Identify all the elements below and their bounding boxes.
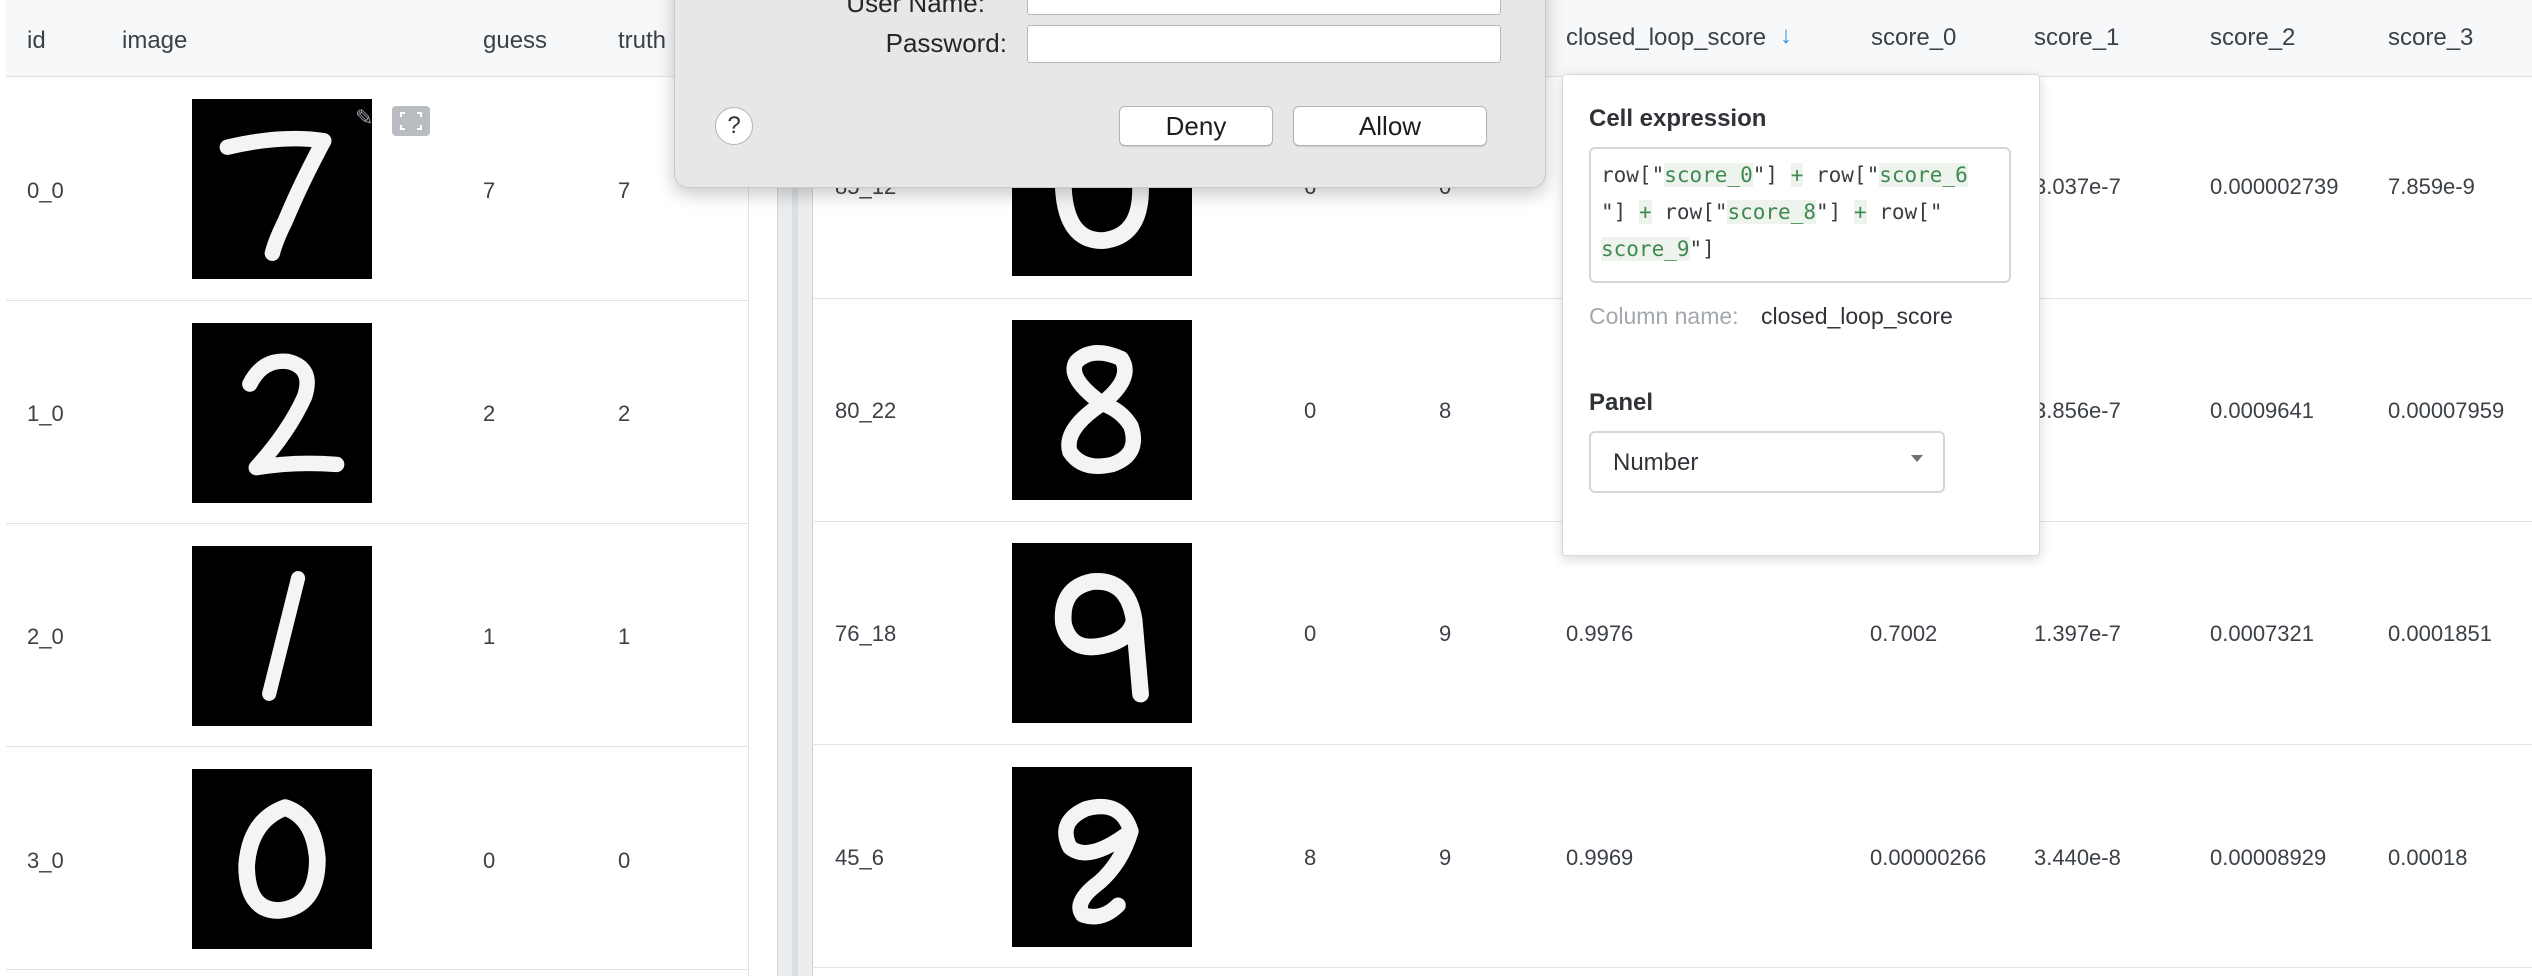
row-divider (6, 969, 748, 970)
cell-score-3: 0.0001851 (2388, 621, 2492, 646)
column-header-truth[interactable]: truth (618, 27, 666, 55)
cell-guess: 2 (483, 401, 496, 426)
deny-button[interactable]: Deny (1119, 106, 1273, 146)
authentication-dialog: User Name: Password: ? Deny Allow (674, 0, 1546, 188)
code-token: score_0 (1664, 163, 1753, 187)
column-header-score-2[interactable]: score_2 (2210, 24, 2295, 52)
cell-score-3: 7.859e-9 (2388, 174, 2475, 199)
column-header-id[interactable]: id (27, 27, 46, 55)
code-token: + (1790, 163, 1804, 187)
digit-image[interactable] (1012, 543, 1192, 723)
left-table-header: id image guess truth (6, 0, 748, 77)
code-token: "] (1816, 200, 1842, 224)
cell-id: 1_0 (27, 401, 64, 426)
cell-id: 3_0 (27, 848, 64, 873)
cell-score-1: 3.037e-7 (2034, 174, 2121, 199)
cell-id: 2_0 (27, 624, 64, 649)
cell-score-2: 0.00008929 (2210, 845, 2327, 870)
cell-id: 0_0 (27, 178, 64, 203)
row-divider (6, 746, 748, 747)
code-token: score_9 (1601, 237, 1690, 261)
cell-score-1: 1.397e-7 (2034, 621, 2121, 646)
password-field[interactable] (1027, 25, 1501, 63)
cell-guess: 8 (1304, 845, 1317, 870)
digit-image[interactable] (192, 769, 372, 949)
digit-image[interactable] (192, 546, 372, 726)
row-divider (812, 744, 2532, 745)
column-header-closed-loop-score[interactable]: closed_loop_score (1566, 24, 1766, 52)
code-token: score_8 (1727, 200, 1816, 224)
code-token: row[" (1816, 163, 1880, 187)
cell-id: 45_6 (835, 845, 884, 870)
cell-truth: 1 (618, 624, 631, 649)
sort-descending-icon[interactable]: ↓ (1780, 22, 1792, 50)
cell-score-1: 3.856e-7 (2034, 398, 2121, 423)
digit-image[interactable] (192, 323, 372, 503)
code-token: "] (1752, 163, 1779, 187)
cell-truth: 0 (618, 848, 631, 873)
digit-image[interactable] (1012, 767, 1192, 947)
cell-id: 80_22 (835, 398, 897, 423)
digit-image[interactable] (192, 99, 372, 279)
cell-truth: 2 (618, 401, 631, 426)
code-token: + (1853, 200, 1867, 224)
row-divider (6, 523, 748, 524)
cell-truth: 9 (1439, 845, 1452, 870)
pencil-icon[interactable]: ✎ (355, 107, 377, 129)
cell-closed-loop-score: 0.9976 (1566, 621, 1634, 646)
cell-guess: 0 (1304, 621, 1317, 646)
cell-score-0: 0.00000266 (1870, 845, 1987, 870)
cell-guess: 7 (483, 178, 496, 203)
username-label: User Name: (846, 0, 985, 18)
password-label: Password: (885, 28, 1007, 58)
cell-guess: 0 (483, 848, 496, 873)
left-table: id image guess truth 0_0 ✎ 7 7 1_0 2 2 2… (6, 0, 748, 976)
expand-icon[interactable] (392, 106, 430, 136)
code-token: row[" (1601, 163, 1665, 187)
code-token: + (1638, 200, 1652, 224)
code-token: "] (1689, 237, 1715, 261)
code-token: score_6 (1879, 163, 1968, 187)
allow-button[interactable]: Allow (1293, 106, 1487, 146)
code-token: "] (1601, 200, 1627, 224)
cell-score-3: 0.00007959 (2388, 398, 2505, 423)
cell-score-0: 0.7002 (1870, 621, 1938, 646)
help-button[interactable]: ? (715, 107, 753, 145)
cell-id: 76_18 (835, 621, 897, 646)
cell-closed-loop-score: 0.9969 (1566, 845, 1634, 870)
code-token: row[" (1879, 200, 1943, 224)
column-name-label: Column name: (1589, 303, 1739, 329)
column-header-image[interactable]: image (122, 27, 187, 55)
caret-down-icon (1911, 455, 1923, 462)
panel-select[interactable]: Number (1589, 431, 1945, 493)
column-header-guess[interactable]: guess (483, 27, 547, 55)
cell-score-2: 0.0007321 (2210, 621, 2314, 646)
cell-expression-popover: Cell expression row["score_0"] + row["sc… (1562, 74, 2040, 556)
cell-score-2: 0.000002739 (2210, 174, 2339, 199)
column-header-score-0[interactable]: score_0 (1871, 24, 1956, 52)
cell-expression-title: Cell expression (1589, 105, 1767, 132)
cell-score-2: 0.0009641 (2210, 398, 2314, 423)
expression-editor[interactable]: row["score_0"] + row["score_6 "] + row["s… (1589, 147, 2011, 283)
cell-score-1: 3.440e-8 (2034, 845, 2121, 870)
code-token: row[" (1664, 200, 1728, 224)
row-divider (812, 967, 2532, 968)
row-divider (6, 300, 748, 301)
column-name-value[interactable]: closed_loop_score (1761, 303, 1953, 330)
cell-truth: 9 (1439, 621, 1452, 646)
cell-truth: 7 (618, 178, 631, 203)
cell-guess: 1 (483, 624, 496, 649)
digit-image[interactable] (1012, 320, 1192, 500)
username-field[interactable] (1027, 0, 1501, 15)
panel-label: Panel (1589, 389, 1654, 416)
cell-truth: 8 (1439, 398, 1452, 423)
cell-score-3: 0.00018 (2388, 845, 2468, 870)
column-header-score-1[interactable]: score_1 (2034, 24, 2119, 52)
panel-select-value: Number (1613, 449, 1699, 476)
cell-guess: 0 (1304, 398, 1317, 423)
column-header-score-3[interactable]: score_3 (2388, 24, 2473, 52)
